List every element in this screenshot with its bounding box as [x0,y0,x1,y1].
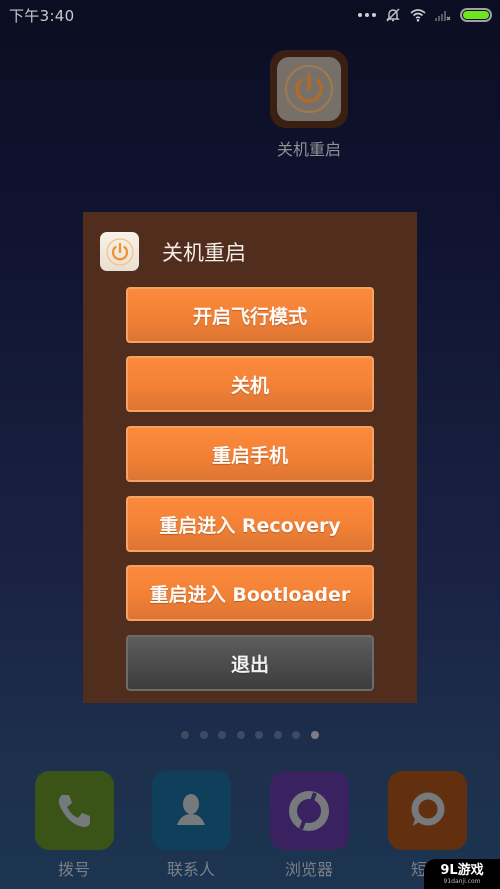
airplane-mode-button[interactable]: 开启飞行模式 [126,287,374,343]
page-dot[interactable] [199,731,208,739]
status-icons [358,7,492,23]
alarm-off-icon [386,8,400,22]
dialog-header: 关机重启 [100,232,246,271]
page-dot[interactable] [292,731,300,739]
desktop-app-label: 关机重启 [276,140,341,159]
power-menu-dialog: 关机重启 开启飞行模式 关机 重启手机 重启进入 Recovery 重启进入 B… [83,212,417,703]
dock-app-label: 拨号 [57,860,90,879]
watermark-logo: 9L游戏 [440,862,484,878]
page-dot[interactable] [255,731,263,739]
desktop-app-power-reboot[interactable]: 关机重启 [270,50,348,160]
browser-icon [289,790,329,831]
page-dot[interactable] [236,731,245,739]
page-dot[interactable] [181,731,189,739]
wifi-icon [410,9,426,22]
dock-app-label: 联系人 [166,860,215,879]
dock-app-contacts[interactable]: 联系人 [151,771,231,880]
dock-icon-bg [151,771,231,850]
more-dots-icon [358,13,376,17]
status-time: 下午3:40 [9,6,75,25]
battery-fill [463,11,489,19]
dock-app-label: 浏览器 [284,860,333,879]
power-icon [105,237,134,266]
page-indicator [181,731,319,739]
watermark-url: 91danji.com [443,877,481,885]
power-icon [285,65,333,113]
dock-app-browser[interactable]: 浏览器 [269,771,349,880]
reboot-recovery-button[interactable]: 重启进入 Recovery [126,496,374,552]
phone-icon [58,794,90,827]
dock-icon-bg [269,771,349,850]
page-dot[interactable] [218,731,226,739]
reboot-button[interactable]: 重启手机 [126,426,374,482]
watermark: 9L游戏 91danji.com [424,859,500,889]
contact-icon [177,793,205,825]
dock-icon-bg [34,771,114,850]
dock-icon-bg [387,771,467,850]
power-off-button[interactable]: 关机 [126,356,374,412]
status-bar: 下午3:40 [0,0,500,30]
page-dot[interactable] [273,731,282,739]
battery-icon [460,8,492,22]
signal-no-sim-icon [435,11,451,21]
page-dot-active[interactable] [310,731,319,739]
desktop-app-icon [270,50,348,128]
message-icon [411,792,445,826]
dialog-app-icon [100,232,139,271]
reboot-bootloader-button[interactable]: 重启进入 Bootloader [126,565,374,621]
dialog-title: 关机重启 [162,240,246,265]
dock-app-phone[interactable]: 拨号 [34,771,114,880]
exit-button[interactable]: 退出 [126,635,374,691]
